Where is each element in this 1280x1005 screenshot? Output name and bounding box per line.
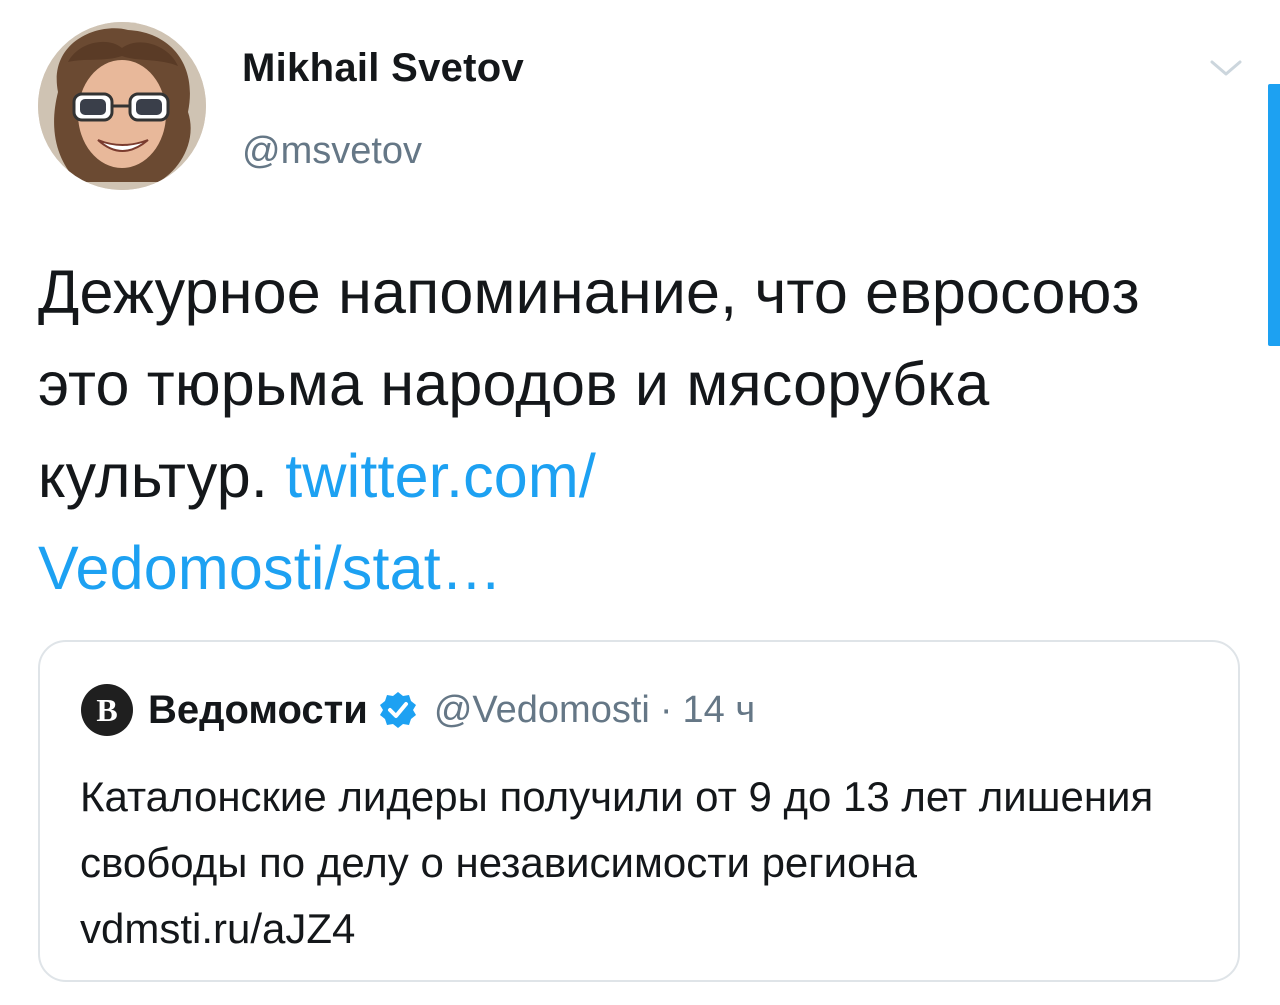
author-avatar[interactable] — [38, 22, 206, 190]
quoted-tweet-card[interactable]: B Ведомости @Vedomosti · 14 ч Каталонски… — [38, 640, 1240, 982]
chevron-down-icon[interactable] — [1206, 52, 1246, 82]
tweet-detail-view: Mikhail Svetov @msvetov Дежурное напомин… — [0, 0, 1280, 1005]
svg-text:B: B — [96, 692, 117, 728]
verified-badge-icon — [379, 692, 416, 728]
author-display-name[interactable]: Mikhail Svetov — [242, 46, 524, 91]
quoted-tweet-header: B Ведомости @Vedomosti · 14 ч — [80, 682, 755, 738]
quoted-display-name[interactable]: Ведомости — [148, 688, 368, 733]
tweet-link-part2: Vedomosti/stat… — [38, 534, 503, 602]
tweet-body: Дежурное напоминание, что евросоюз это т… — [38, 246, 1218, 614]
tweet-link-part1: twitter.com/ — [285, 442, 597, 510]
vedomosti-logo-icon: B — [81, 684, 133, 736]
quoted-handle[interactable]: @Vedomosti — [434, 689, 650, 732]
quoted-timestamp[interactable]: 14 ч — [683, 689, 756, 732]
scrollbar[interactable] — [1268, 84, 1280, 346]
quoted-tweet-text: Каталонские лидеры получили от 9 до 13 л… — [80, 773, 1154, 952]
author-handle[interactable]: @msvetov — [242, 130, 422, 173]
avatar-photo — [38, 22, 206, 190]
separator-dot: · — [659, 688, 673, 731]
